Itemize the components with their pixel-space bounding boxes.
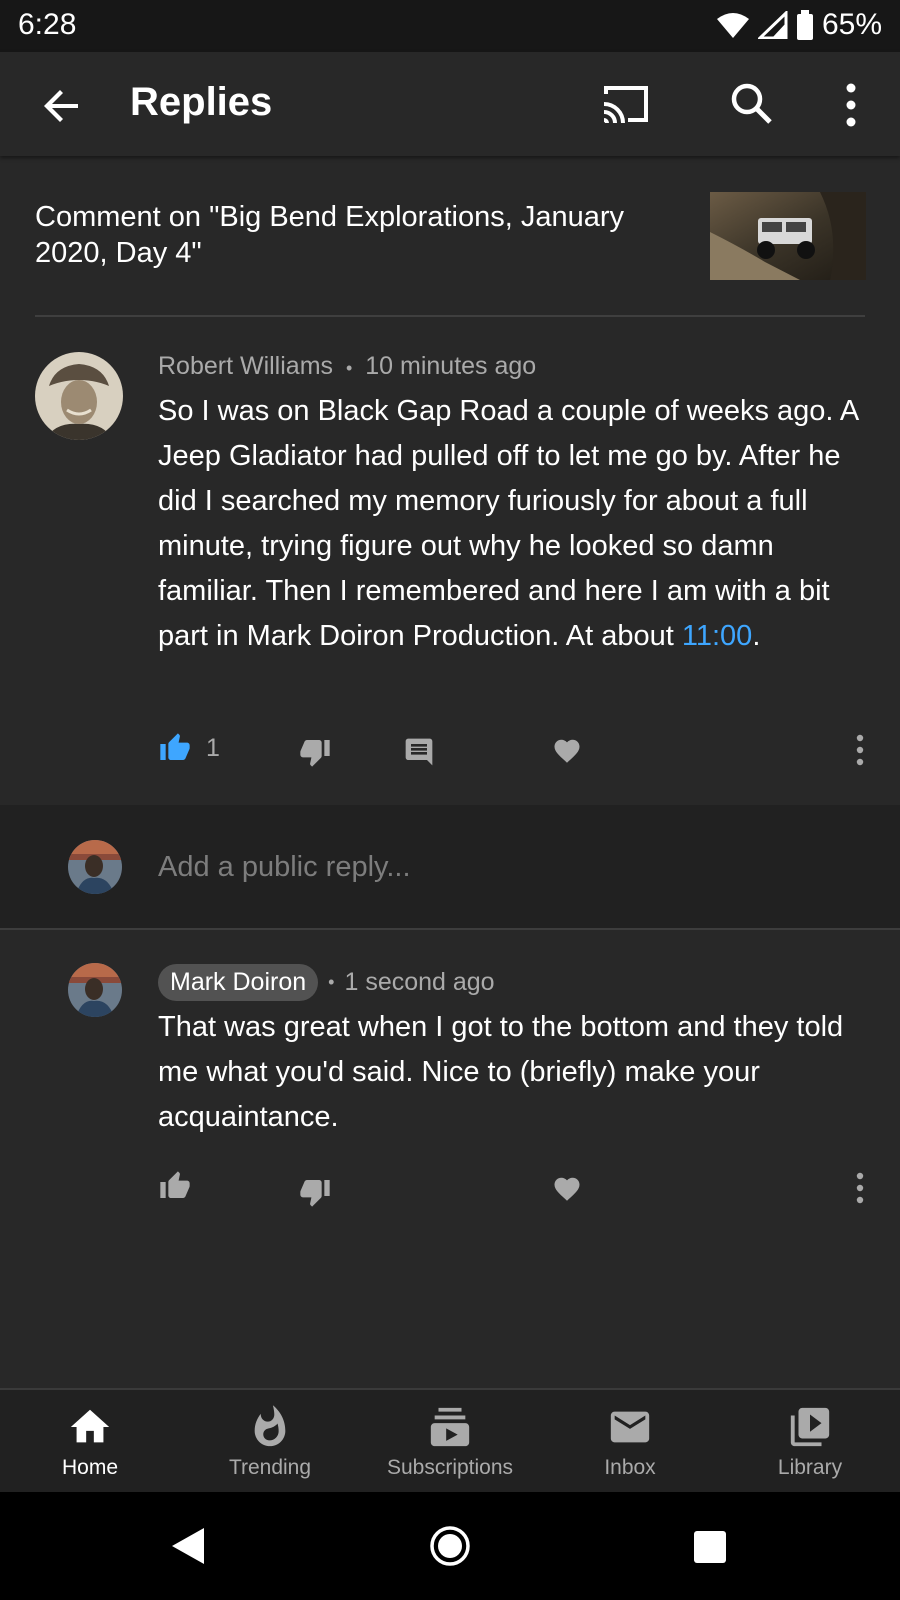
- status-icons: 65%: [716, 8, 882, 42]
- video-thumbnail[interactable]: [710, 192, 866, 280]
- mail-icon: [610, 1411, 650, 1443]
- system-nav-bar: [0, 1492, 900, 1600]
- timestamp-link[interactable]: 11:00: [682, 620, 752, 652]
- battery-icon: [796, 10, 813, 40]
- dislike-icon[interactable]: [298, 736, 332, 768]
- nav-label: Trending: [228, 1456, 312, 1479]
- comment-actions: 1: [0, 720, 900, 780]
- app-bar: Replies: [0, 52, 900, 156]
- battery-level: 65%: [821, 8, 882, 41]
- heart-icon[interactable]: [551, 736, 583, 766]
- back-arrow-icon[interactable]: [38, 82, 86, 130]
- bottom-nav: Home Trending Subscriptions Inbox Librar…: [0, 1388, 900, 1494]
- reply-text: That was great when I got to the bottom …: [158, 1011, 844, 1133]
- nav-inbox[interactable]: Inbox: [540, 1390, 720, 1494]
- cast-icon[interactable]: [600, 82, 652, 126]
- back-triangle-icon[interactable]: [170, 1526, 206, 1566]
- reply-more-icon[interactable]: [852, 1172, 868, 1204]
- nav-label: Home: [61, 1456, 119, 1479]
- status-time: 6:28: [18, 8, 77, 41]
- like-icon[interactable]: [158, 1170, 192, 1202]
- avatar[interactable]: [68, 963, 122, 1017]
- meta-separator: •: [328, 972, 335, 992]
- reply-input-section: Add a public reply...: [0, 805, 900, 930]
- nav-subscriptions[interactable]: Subscriptions: [360, 1390, 540, 1494]
- video-title[interactable]: Comment on "Big Bend Explorations, Janua…: [35, 199, 675, 271]
- wifi-icon: [716, 13, 749, 38]
- nav-library[interactable]: Library: [720, 1390, 900, 1494]
- reply-icon[interactable]: [403, 736, 435, 768]
- user-avatar: [68, 840, 122, 894]
- home-circle-icon[interactable]: [429, 1525, 471, 1567]
- flame-icon: [254, 1405, 286, 1447]
- meta-separator: •: [345, 358, 353, 378]
- dislike-icon[interactable]: [298, 1176, 332, 1208]
- comment-more-icon[interactable]: [852, 734, 868, 766]
- home-icon: [70, 1409, 110, 1443]
- library-icon: [790, 1407, 830, 1447]
- like-icon[interactable]: [158, 732, 192, 764]
- status-bar: 6:28 65%: [0, 0, 900, 52]
- nav-trending[interactable]: Trending: [180, 1390, 360, 1494]
- reply-time: 1 second ago: [344, 968, 495, 996]
- avatar[interactable]: [35, 352, 123, 440]
- divider: [35, 315, 865, 317]
- search-icon[interactable]: [728, 80, 776, 128]
- comment-text: So I was on Black Gap Road a couple of w…: [158, 389, 878, 659]
- comment-body: So I was on Black Gap Road a couple of w…: [158, 395, 858, 652]
- nav-home[interactable]: Home: [0, 1390, 180, 1494]
- cell-signal-icon: [757, 11, 788, 39]
- nav-label: Inbox: [604, 1456, 656, 1479]
- comment-time: 10 minutes ago: [365, 352, 537, 380]
- reply-author[interactable]: Mark Doiron: [158, 964, 319, 1001]
- like-count: 1: [206, 734, 220, 762]
- page-title: Replies: [130, 80, 273, 124]
- comment-author[interactable]: Robert Williams: [158, 352, 333, 380]
- more-vert-icon[interactable]: [836, 82, 866, 128]
- reply-meta: Mark Doiron • 1 second ago: [158, 964, 495, 1001]
- reply-actions: [0, 1160, 900, 1220]
- comment-body-end: .: [752, 620, 761, 652]
- reply-input[interactable]: Add a public reply...: [158, 851, 411, 884]
- nav-label: Library: [777, 1456, 843, 1479]
- heart-icon[interactable]: [551, 1174, 583, 1204]
- subscriptions-icon: [430, 1407, 470, 1447]
- comment-meta: Robert Williams • 10 minutes ago: [158, 352, 536, 381]
- nav-label: Subscriptions: [386, 1456, 514, 1479]
- recents-square-icon[interactable]: [693, 1530, 727, 1564]
